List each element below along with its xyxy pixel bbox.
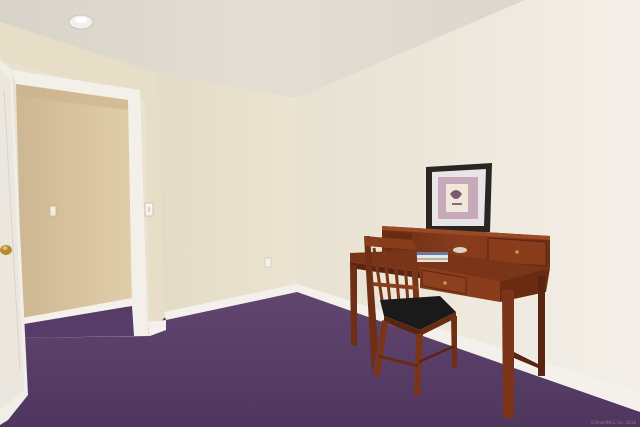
smoke-detector-icon: [68, 14, 94, 30]
framed-artwork: [426, 163, 492, 232]
closet-interior: [16, 84, 132, 322]
book-stack: [416, 252, 448, 262]
middle-wall: [158, 74, 297, 318]
door-knob-icon[interactable]: [0, 245, 12, 255]
wall-outlet: [264, 257, 272, 268]
room-photo: ©SmartMLS, Inc. 2018: [0, 0, 640, 427]
small-bowl: [453, 247, 467, 253]
watermark: ©SmartMLS, Inc. 2018: [590, 420, 637, 425]
closet-light-switch: [49, 205, 57, 217]
